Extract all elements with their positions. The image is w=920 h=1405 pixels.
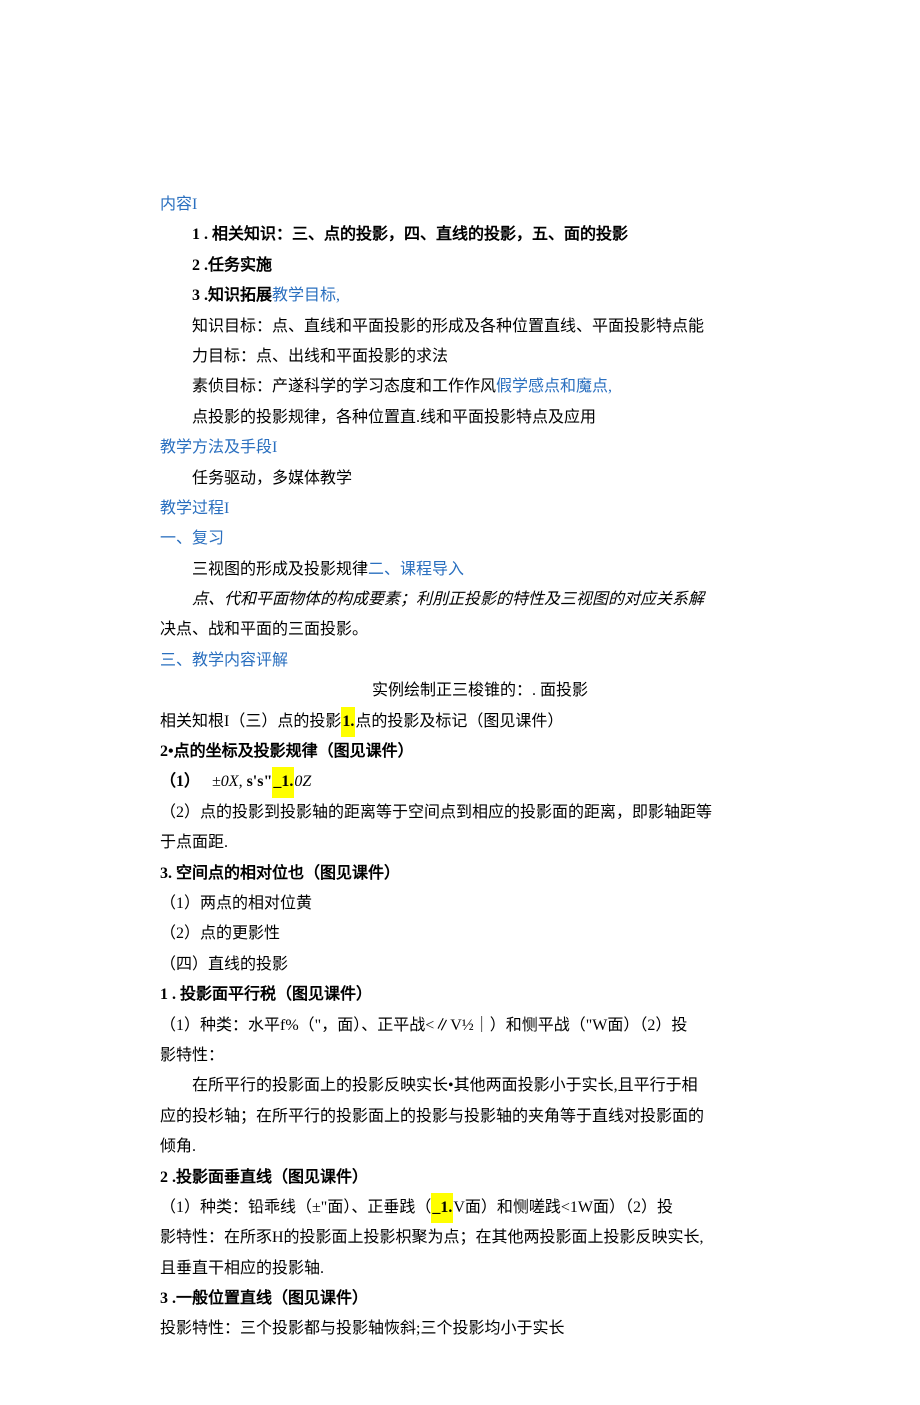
content-line: 知识目标：点、直线和平面投影的形成及各种位置直线、平面投影特点能 [160,312,800,342]
content-line: 1 . 相关知识：三、点的投影，四、直线的投影，五、面的投影 [160,220,800,250]
content-line: 三视图的形成及投影规律二、课程导入 [160,555,800,585]
content-line: 应的投杉轴；在所平行的投影面上的投影与投影轴的夹角等于直线对投影面的 [160,1102,800,1132]
section-process-title: 教学过程I [160,494,800,524]
content-line: 于点面距. [160,828,800,858]
content-line: 决点、战和平面的三面投影。 [160,615,800,645]
content-line: 任务驱动，多媒体教学 [160,464,800,494]
content-line: 影特性：在所豕H的投影面上投影枳聚为点；在其他两投影面上投影反映实长, [160,1223,800,1253]
content-line: 且垂直干相应的投影轴. [160,1254,800,1284]
content-line: 2•点的坐标及投影规律（图见课件） [160,737,800,767]
content-line: 影特性： [160,1041,800,1071]
content-line: 力目标：点、出线和平面投影的求法 [160,342,800,372]
section-review-title: 一、复习 [160,524,800,554]
content-line: 1 . 投影面平行税（图见课件） [160,980,800,1010]
content-line: 点、代和平面物体的构成要素；利刖正投影的特性及三视图的对应关系解 [160,585,800,615]
content-line: 2 .投影面垂直线（图见课件） [160,1163,800,1193]
content-line: 3. 空间点的相对位也（图见课件） [160,859,800,889]
content-line: （1）种类：铅乖线（±"面）、正垂践（_1.V面）和恻嗟践<1W面）（2）投 [160,1193,800,1223]
content-line: 投影特性：三个投影都与投影轴恢斜;三个投影均小于实长 [160,1314,800,1344]
content-line: 倾角. [160,1132,800,1162]
content-line: 素侦目标：产遂科学的学习态度和工作作风假学感点和魔点, [160,372,800,402]
content-line: 相关知根I（三）点的投影1.点的投影及标记（图见课件） [160,707,800,737]
content-line: （2）点的更影性 [160,919,800,949]
content-line: （1） ±0X, s's"_1.0Z [160,767,800,797]
section-teach-title: 三、教学内容评解 [160,646,800,676]
content-line: 点投影的投影规律，各种位置直.线和平面投影特点及应用 [160,403,800,433]
content-line: 实例绘制正三梭锥的：. 面投影 [160,676,800,706]
content-line: （1）两点的相对位黄 [160,889,800,919]
content-line: 2 .任务实施 [160,251,800,281]
content-line: 3 .知识拓展教学目标, [160,281,800,311]
content-line: 在所平行的投影面上的投影反映实长•其他两面投影小于实长,且平行于相 [160,1071,800,1101]
section-method-title: 教学方法及手段I [160,433,800,463]
section-content-title: 内容I [160,190,800,220]
content-line: （四）直线的投影 [160,950,800,980]
document-page: 内容I 1 . 相关知识：三、点的投影，四、直线的投影，五、面的投影 2 .任务… [0,0,920,1405]
content-line: （1）种类：水平f%（"，面）、正平战<∥V½｜）和恻平战（"W面）（2）投 [160,1011,800,1041]
content-line: （2）点的投影到投影轴的距离等于空间点到相应的投影面的距离，即影轴距等 [160,798,800,828]
content-line: 3 .一般位置直线（图见课件） [160,1284,800,1314]
